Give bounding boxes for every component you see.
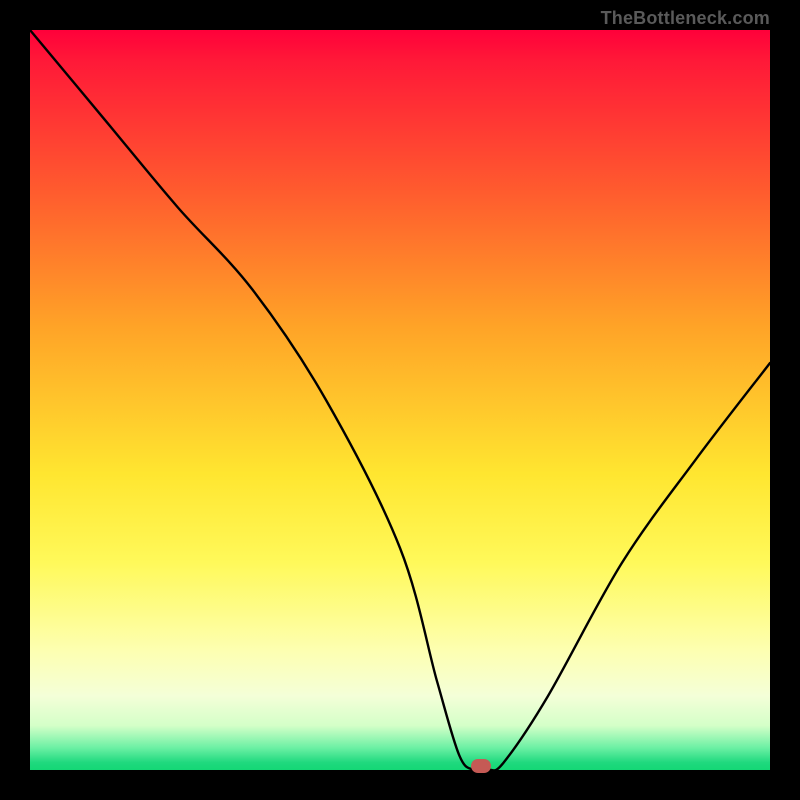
optimum-marker — [471, 759, 491, 773]
chart-frame: TheBottleneck.com — [0, 0, 800, 800]
watermark-text: TheBottleneck.com — [601, 8, 770, 29]
bottleneck-curve — [30, 30, 770, 770]
